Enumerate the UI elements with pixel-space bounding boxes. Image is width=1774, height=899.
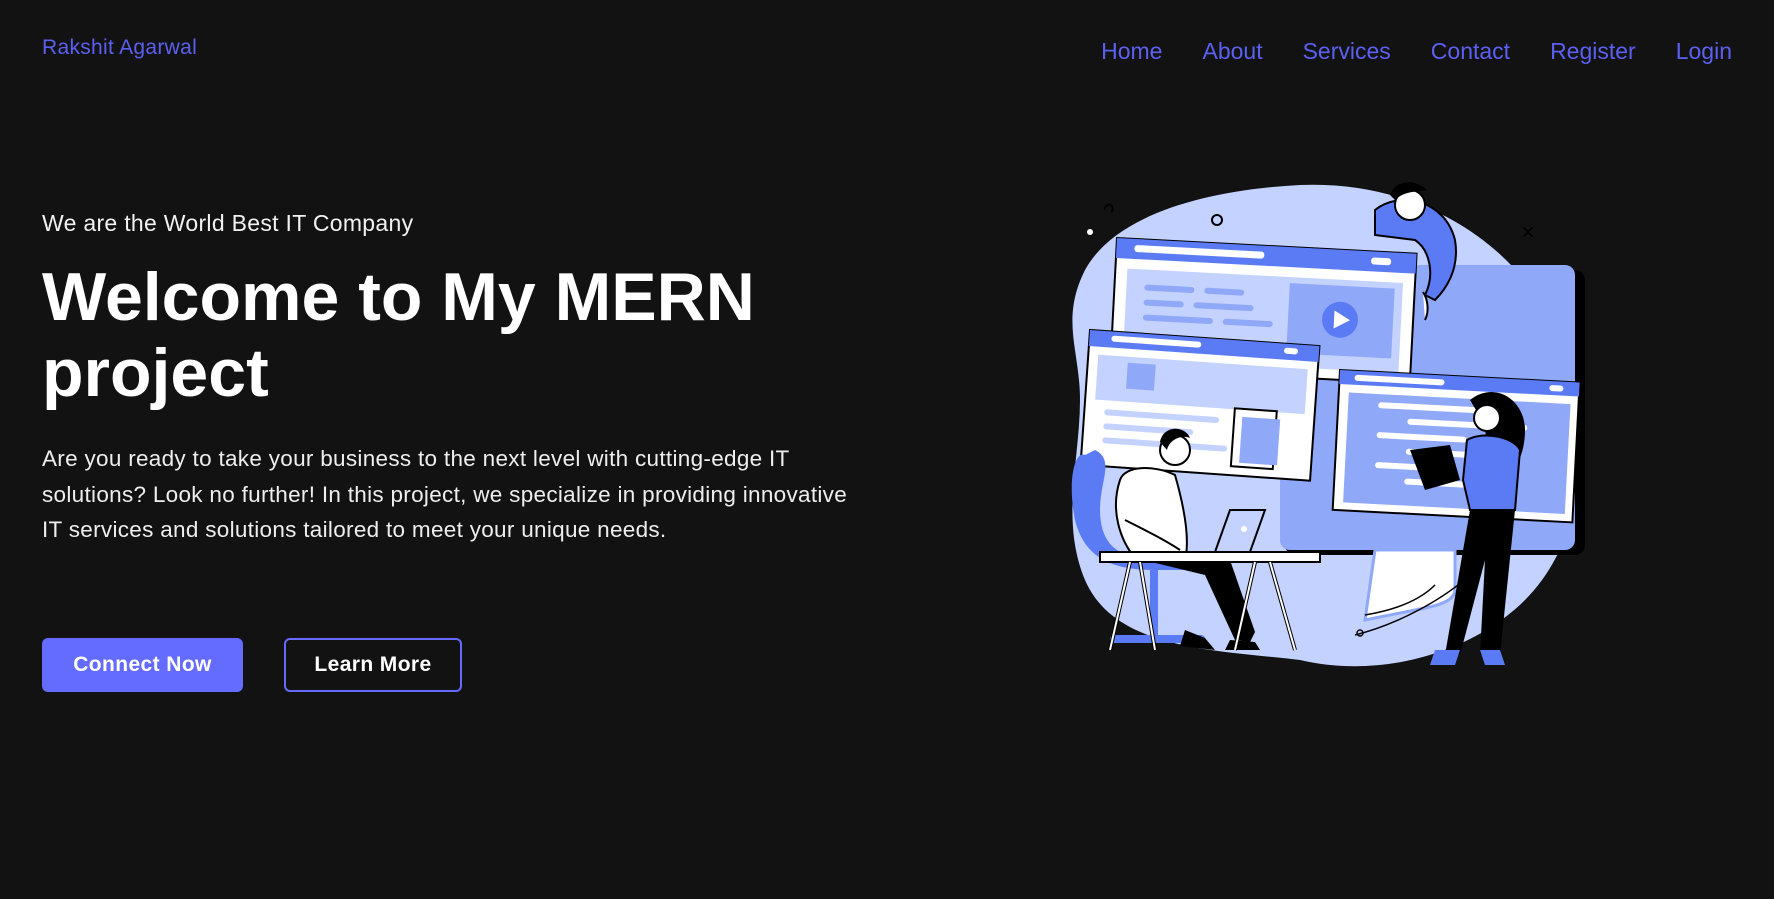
nav-about[interactable]: About — [1202, 38, 1262, 65]
hero-buttons: Connect Now Learn More — [42, 638, 462, 692]
nav-register[interactable]: Register — [1550, 38, 1636, 65]
nav-services[interactable]: Services — [1303, 38, 1391, 65]
hero-illustration — [1071, 182, 1585, 667]
brand-logo[interactable]: Rakshit Agarwal — [42, 36, 197, 60]
hero-section: We are the World Best IT Company Welcome… — [42, 210, 862, 548]
main-nav: Home About Services Contact Register Log… — [1101, 38, 1732, 65]
hero-description: Are you ready to take your business to t… — [42, 446, 848, 542]
nav-login[interactable]: Login — [1676, 38, 1732, 65]
nav-contact[interactable]: Contact — [1431, 38, 1510, 65]
learn-more-button[interactable]: Learn More — [284, 638, 462, 692]
hero-title: Welcome to My MERN project — [42, 259, 755, 411]
page: Rakshit Agarwal Home About Services Cont… — [0, 0, 1774, 899]
connect-now-button[interactable]: Connect Now — [42, 638, 243, 692]
nav-home[interactable]: Home — [1101, 38, 1162, 65]
hero-tagline: We are the World Best IT Company — [42, 210, 414, 236]
